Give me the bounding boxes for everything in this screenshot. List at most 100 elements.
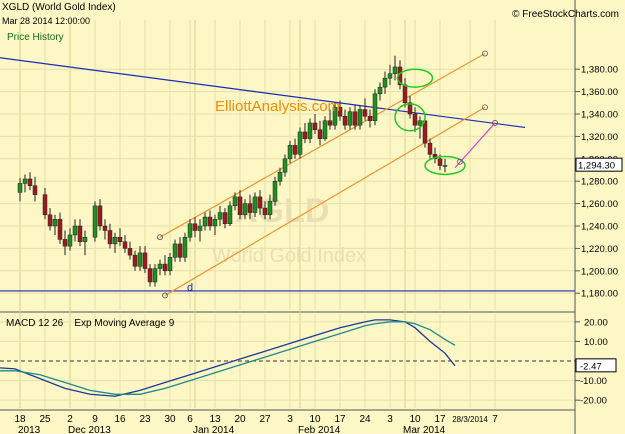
candle xyxy=(52,219,58,227)
candle xyxy=(132,254,138,267)
candle xyxy=(117,236,123,242)
chart-datetime: Mar 28 2014 12:00:00 xyxy=(2,16,91,26)
candle xyxy=(137,252,143,267)
price-tick-label: 1,320.00 xyxy=(581,132,618,143)
candle xyxy=(277,171,283,182)
x-tick-label: 3 xyxy=(387,414,393,425)
candle xyxy=(97,205,103,227)
candle xyxy=(92,205,98,238)
candle xyxy=(47,214,53,227)
price-tick-label: 1,200.00 xyxy=(581,266,618,277)
x-tick-label: 9 xyxy=(92,414,98,425)
x-tick-label: 20 xyxy=(234,414,246,425)
x-tick-label: 24 xyxy=(359,414,371,425)
candle xyxy=(372,93,378,121)
candle xyxy=(212,219,218,227)
candle xyxy=(177,243,183,258)
candle xyxy=(157,263,163,269)
candle xyxy=(242,203,248,216)
candle xyxy=(147,268,153,283)
x-tick-label: 16 xyxy=(114,414,126,425)
candle xyxy=(67,234,73,247)
price-tick-label: 1,360.00 xyxy=(581,87,618,98)
big-watermark-name: World Gold Index xyxy=(212,245,366,267)
candle xyxy=(287,145,293,160)
candle xyxy=(327,120,333,126)
x-tick-label: 25 xyxy=(39,414,51,425)
candle xyxy=(192,223,198,231)
candle xyxy=(57,219,63,240)
candle xyxy=(262,207,268,216)
x-month-label: Feb 2014 xyxy=(298,425,341,434)
candle xyxy=(232,196,238,207)
macd-tick-label: 10.00 xyxy=(584,337,608,348)
candle xyxy=(412,113,418,126)
candle xyxy=(142,252,148,269)
candle xyxy=(427,142,433,155)
candle xyxy=(252,196,258,213)
candle xyxy=(307,122,313,139)
candle xyxy=(382,77,388,88)
chart-root: 1,180.00 1,200.00 1,220.00 1,240.00 1,260.00… xyxy=(0,0,625,434)
chart-canvas: 1,180.00 1,200.00 1,220.00 1,240.00 1,260.00… xyxy=(0,0,623,434)
candle xyxy=(82,236,88,242)
x-tick-label: 18 xyxy=(14,414,26,425)
candle xyxy=(417,120,423,126)
candle xyxy=(32,185,38,195)
candle xyxy=(102,225,108,231)
candle xyxy=(362,109,368,117)
price-tick-label: 1,240.00 xyxy=(581,222,618,233)
candle xyxy=(322,120,328,139)
candle xyxy=(402,84,408,104)
x-month-label: Jan 2014 xyxy=(193,425,235,434)
candle xyxy=(257,196,263,209)
candle xyxy=(162,263,168,272)
candle xyxy=(77,225,83,242)
candle xyxy=(217,212,223,220)
candle xyxy=(377,86,383,95)
price-tick-label: 1,380.00 xyxy=(581,65,618,76)
candle xyxy=(302,131,308,139)
candle xyxy=(237,196,243,216)
candle xyxy=(152,268,158,283)
candle xyxy=(297,131,303,155)
candle xyxy=(317,129,323,139)
x-tick-label: 10 xyxy=(409,414,421,425)
candle xyxy=(112,236,118,245)
macd-signal-line xyxy=(0,321,456,395)
symbol-title: XGLD (World Gold Index) xyxy=(2,2,116,13)
macd-tick-label: -10.00 xyxy=(580,376,607,387)
candle xyxy=(227,205,233,225)
candle xyxy=(342,115,348,126)
candle xyxy=(202,216,208,227)
source-watermark: © FreeStockCharts.com xyxy=(512,9,619,20)
x-month-label: Dec 2013 xyxy=(68,425,111,434)
candle xyxy=(222,212,228,225)
x-tick-label: 30 xyxy=(164,414,176,425)
last-price-label: 1,294.30 xyxy=(578,161,615,172)
candle xyxy=(172,243,178,258)
candle xyxy=(312,122,318,130)
price-tick-label: 1,180.00 xyxy=(581,289,618,300)
wave-label-d: d xyxy=(187,282,193,294)
candle xyxy=(352,111,358,126)
candle xyxy=(197,225,203,231)
candle xyxy=(437,158,443,166)
candle xyxy=(347,111,353,126)
candle xyxy=(442,165,448,167)
macd-line xyxy=(0,319,456,397)
x-tick-label: 17 xyxy=(334,414,346,425)
price-tick-label: 1,280.00 xyxy=(581,177,618,188)
x-tick-label: 6 xyxy=(187,414,193,425)
price-tick-label: 1,340.00 xyxy=(581,110,618,121)
candle xyxy=(247,203,253,213)
candle xyxy=(207,216,213,227)
candle xyxy=(107,230,113,245)
x-tick-label: 23 xyxy=(139,414,151,425)
candle xyxy=(387,73,393,79)
price-tick-label: 1,260.00 xyxy=(581,199,618,210)
x-tick-label: 13 xyxy=(209,414,221,425)
x-month-label: 2013 xyxy=(18,425,41,434)
projection-line xyxy=(454,122,496,169)
candle xyxy=(367,115,373,121)
